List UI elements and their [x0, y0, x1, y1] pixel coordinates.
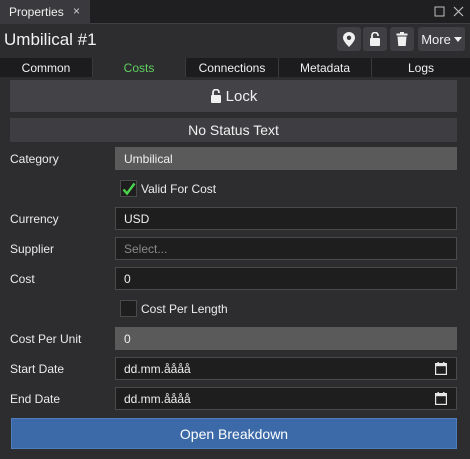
pin-button[interactable] [337, 27, 361, 51]
cost-per-unit-field: 0 [115, 327, 457, 350]
tab-connections[interactable]: Connections [186, 58, 279, 77]
chevron-down-icon [453, 36, 462, 42]
pin-icon [343, 31, 355, 47]
object-title: Umbilical #1 [4, 30, 97, 49]
cost-per-length-checkbox[interactable] [120, 300, 137, 317]
start-date-input[interactable]: dd.mm.åååå [115, 357, 457, 380]
status-text: No Status Text [10, 118, 457, 142]
cost-input[interactable]: 0 [115, 267, 457, 290]
unlock-button[interactable] [363, 27, 387, 51]
start-date-value: dd.mm.åååå [124, 361, 191, 376]
calendar-icon[interactable] [435, 392, 447, 405]
cost-per-length-label: Cost Per Length [141, 301, 228, 316]
start-date-label: Start Date [10, 362, 65, 376]
more-label: More [421, 31, 451, 47]
lock-label: Lock [225, 87, 258, 105]
valid-for-cost-row[interactable]: Valid For Cost [120, 180, 216, 197]
supplier-placeholder: Select... [124, 241, 168, 256]
dock-tab-properties[interactable]: Properties × [0, 0, 90, 24]
supplier-label: Supplier [10, 242, 55, 256]
open-breakdown-button[interactable]: Open Breakdown [11, 418, 457, 449]
end-date-input[interactable]: dd.mm.åååå [115, 387, 457, 410]
cost-label: Cost [10, 272, 35, 286]
tab-logs[interactable]: Logs [372, 58, 470, 77]
category-field: Umbilical [115, 147, 457, 170]
currency-field[interactable]: USD [115, 207, 457, 230]
maximize-icon[interactable] [433, 6, 445, 18]
dock-tab-label: Properties [9, 5, 64, 19]
unlock-icon [370, 32, 380, 46]
trash-icon [396, 32, 408, 46]
lock-button[interactable]: Lock [10, 80, 457, 112]
tab-metadata[interactable]: Metadata [279, 58, 372, 77]
valid-for-cost-checkbox[interactable] [120, 180, 137, 197]
close-icon[interactable]: × [73, 4, 80, 18]
properties-tabs: Common Costs Connections Metadata Logs [0, 58, 470, 77]
checkmark-icon [122, 182, 135, 195]
tab-costs[interactable]: Costs [93, 58, 186, 77]
properties-header: Umbilical #1 More [0, 24, 470, 57]
tab-common[interactable]: Common [0, 58, 93, 77]
end-date-value: dd.mm.åååå [124, 391, 191, 406]
cost-per-unit-label: Cost Per Unit [10, 332, 82, 346]
more-dropdown-button[interactable]: More [418, 27, 465, 51]
category-label: Category [10, 152, 59, 166]
delete-button[interactable] [390, 27, 414, 51]
valid-for-cost-label: Valid For Cost [141, 181, 217, 196]
end-date-label: End Date [10, 392, 61, 406]
cost-per-length-row[interactable]: Cost Per Length [120, 300, 228, 317]
close-window-icon[interactable] [452, 6, 464, 18]
supplier-select[interactable]: Select... [115, 237, 457, 260]
currency-label: Currency [10, 212, 59, 226]
unlock-icon [210, 89, 221, 103]
dock-tab-strip: Properties × [0, 0, 470, 24]
calendar-icon[interactable] [435, 362, 447, 375]
